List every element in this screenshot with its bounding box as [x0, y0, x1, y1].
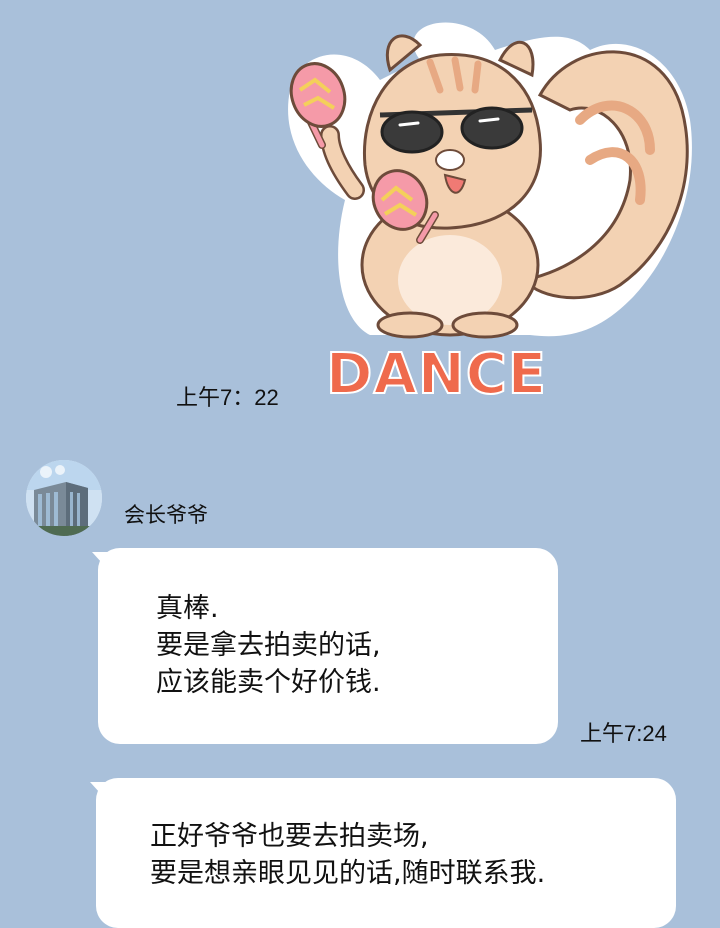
sticker-caption: DANCE [325, 341, 548, 408]
message-line: 应该能卖个好价钱. [156, 667, 381, 698]
message-line: 要是想亲眼见见的话,随时联系我. [150, 858, 546, 889]
avatar[interactable] [26, 460, 102, 536]
message-text: 真棒. 要是拿去拍卖的话, 应该能卖个好价钱. [156, 590, 381, 701]
message-line: 真棒. [156, 593, 219, 624]
message-bubble[interactable]: 正好爷爷也要去拍卖场, 要是想亲眼见见的话,随时联系我. [96, 778, 676, 928]
message-line: 要是拿去拍卖的话, [156, 630, 381, 661]
chat-area: DANCE 上午7：22 会长爷爷 真棒. 要是拿去拍卖的话, 应该能卖个好价钱… [0, 0, 720, 928]
sender-name: 会长爷爷 [124, 503, 208, 527]
message-text: 正好爷爷也要去拍卖场, 要是想亲眼见见的话,随时联系我. [150, 818, 545, 892]
message-timestamp: 上午7:24 [580, 721, 667, 746]
message-timestamp: 上午7：22 [176, 385, 279, 410]
message-bubble[interactable]: 真棒. 要是拿去拍卖的话, 应该能卖个好价钱. [98, 548, 558, 744]
building-avatar-icon [26, 460, 102, 536]
message-line: 正好爷爷也要去拍卖场, [150, 821, 429, 852]
